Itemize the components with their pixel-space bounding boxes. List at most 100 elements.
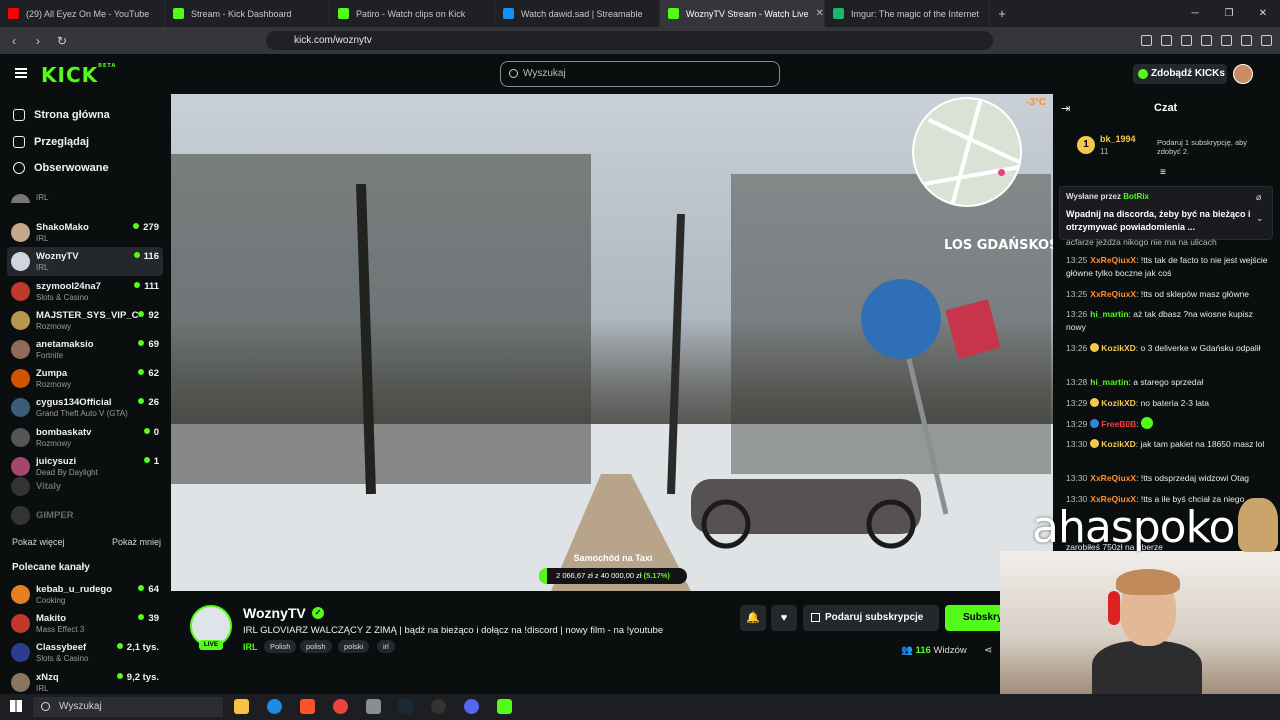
- sidebar-channel[interactable]: IRL: [7, 189, 163, 203]
- vpn-icon[interactable]: [1241, 35, 1252, 46]
- minimize-icon[interactable]: ─: [1178, 0, 1212, 27]
- sidebar-channel[interactable]: xNzq IRL 9,2 tys.: [7, 668, 163, 697]
- unpin-icon[interactable]: ⌀: [1256, 192, 1261, 203]
- emote-icon: [1140, 417, 1153, 429]
- channel-viewers: 116: [134, 251, 159, 262]
- sidebar-channel[interactable]: MAJSTER_SYS_VIP_C Rozmowy 92: [7, 306, 163, 335]
- gift-subs-button[interactable]: Podaruj subskrypcje: [803, 605, 939, 631]
- windows-start-icon[interactable]: [10, 700, 22, 712]
- recommended-title: Polecane kanały: [12, 562, 90, 573]
- message-username[interactable]: KozikXD: [1101, 398, 1135, 408]
- user-avatar[interactable]: [1233, 64, 1253, 84]
- stream-tag[interactable]: irl: [377, 640, 395, 653]
- leaderboard-user[interactable]: bk_1994: [1100, 134, 1136, 144]
- channel-name: juicysuzi: [36, 455, 77, 467]
- message-username[interactable]: XxReQiuxX: [1090, 289, 1136, 299]
- browser-tab[interactable]: Patiro - Watch clips on Kick: [330, 0, 495, 27]
- leaderboard-count: 11: [1100, 147, 1109, 156]
- show-more-link[interactable]: Pokaż więcej: [12, 537, 65, 547]
- message-text: jak tam pakiet na 18650 masz lol: [1140, 439, 1265, 449]
- share-icon[interactable]: ⋖: [984, 645, 992, 656]
- channel-name: Zumpa: [36, 368, 68, 380]
- message-username[interactable]: FreeB0B: [1101, 419, 1136, 429]
- maximize-icon[interactable]: ❐: [1212, 0, 1246, 27]
- chat-title: Czat: [1154, 102, 1178, 114]
- edge-icon[interactable]: [267, 699, 282, 714]
- sidebar-channel[interactable]: cygus134Official Grand Theft Auto V (GTA)…: [7, 393, 163, 422]
- sidebar-channel[interactable]: anetamaksio Fortnite 69: [7, 335, 163, 364]
- sidebar-channel-offline[interactable]: Vitaly: [7, 472, 163, 501]
- stream-category[interactable]: IRL: [243, 642, 258, 652]
- extension-icon[interactable]: [1161, 35, 1172, 46]
- streamer-name[interactable]: WoznyTV: [243, 605, 306, 621]
- stream-tag[interactable]: polish: [300, 640, 332, 653]
- get-kicks-button[interactable]: Zdobądź KICKs: [1133, 64, 1227, 84]
- sidebar-channel[interactable]: ShakoMako IRL 279: [7, 218, 163, 247]
- app-icon[interactable]: [366, 699, 381, 714]
- channel-viewers: 111: [134, 281, 159, 292]
- browser-tab[interactable]: Imgur: The magic of the Internet: [825, 0, 990, 27]
- follow-heart-icon[interactable]: ♥: [771, 605, 797, 631]
- message-username[interactable]: KozikXD: [1101, 439, 1135, 449]
- hamburger-menu-icon[interactable]: [15, 68, 27, 78]
- new-tab-icon[interactable]: +: [990, 6, 1014, 21]
- sidebar-channel-offline[interactable]: GIMPER: [7, 501, 163, 530]
- kick-logo[interactable]: KICKBETA: [41, 63, 116, 87]
- file-explorer-icon[interactable]: [234, 699, 249, 714]
- brave-icon[interactable]: [300, 699, 315, 714]
- message-username[interactable]: KozikXD: [1101, 343, 1135, 353]
- message-username[interactable]: XxReQiuxX: [1090, 255, 1136, 265]
- wallet-icon[interactable]: [1221, 35, 1232, 46]
- url-field[interactable]: kick.com/woznytv: [266, 31, 993, 50]
- browser-tab[interactable]: Stream - Kick Dashboard: [165, 0, 330, 27]
- chat-message: 13:26 KozikXD: o 3 deliverke w Gdańsku od…: [1066, 343, 1261, 353]
- notification-bell-icon[interactable]: 🔔: [740, 605, 766, 631]
- sidebar-channel[interactable]: Zumpa Rozmowy 62: [7, 364, 163, 393]
- channel-viewers: 39: [138, 613, 159, 624]
- sidebar-channel[interactable]: Classybeef Slots & Casino 2,1 tys.: [7, 638, 163, 667]
- sidebar-icon[interactable]: [1201, 35, 1212, 46]
- menu-icon[interactable]: [1261, 35, 1272, 46]
- channel-avatar: [11, 369, 30, 389]
- extension-icon[interactable]: [1141, 35, 1152, 46]
- taskbar-search-placeholder: Wyszukaj: [59, 701, 102, 712]
- music-icon[interactable]: [1181, 35, 1192, 46]
- stream-tag[interactable]: polski: [338, 640, 370, 653]
- browser-tab[interactable]: Watch dawid.sad | Streamable: [495, 0, 660, 27]
- browser-tab[interactable]: WoznyTV Stream - Watch Live ✕: [660, 0, 825, 27]
- message-username[interactable]: XxReQiuxX: [1090, 473, 1136, 483]
- sidebar-channel[interactable]: szymool24na7 Slots & Casino 111: [7, 277, 163, 306]
- sidebar-channel[interactable]: kebab_u_rudego Cooking 64: [7, 580, 163, 609]
- chrome-icon[interactable]: [333, 699, 348, 714]
- browser-tab[interactable]: (29) All Eyez On Me - YouTube: [0, 0, 165, 27]
- chevron-down-icon[interactable]: ⌄: [1256, 213, 1264, 224]
- nav-home[interactable]: Strona główna: [13, 109, 110, 121]
- sidebar-channel[interactable]: bombaskatv Rozmowy 0: [7, 423, 163, 452]
- sidebar-channel[interactable]: WoznyTV IRL 116: [7, 247, 163, 277]
- forward-icon[interactable]: ›: [28, 34, 48, 48]
- channel-viewers: 9,2 tys.: [117, 672, 159, 683]
- message-username[interactable]: hi_martin: [1090, 309, 1128, 319]
- show-less-link[interactable]: Pokaż mniej: [112, 537, 161, 547]
- discord-icon[interactable]: [464, 699, 479, 714]
- obs-icon[interactable]: [431, 699, 446, 714]
- chat-message: 13:30 XxReQiuxX: !tts odsprzedaj widzowi …: [1066, 473, 1250, 483]
- steam-icon[interactable]: [398, 699, 413, 714]
- tab-title: Stream - Kick Dashboard: [191, 8, 292, 19]
- back-icon[interactable]: ‹: [4, 34, 24, 48]
- search-input[interactable]: Wyszukaj: [500, 61, 780, 87]
- stream-tag[interactable]: Polish: [264, 640, 297, 653]
- channel-viewers: 279: [133, 222, 159, 233]
- reload-icon[interactable]: ↻: [52, 34, 72, 48]
- close-window-icon[interactable]: ✕: [1246, 0, 1280, 27]
- sidebar-channel[interactable]: Makito Mass Effect 3 39: [7, 609, 163, 638]
- message-username[interactable]: hi_martin: [1090, 377, 1128, 387]
- subscribe-button[interactable]: Subskrybuj: [945, 605, 1005, 631]
- kick-app-icon[interactable]: [497, 699, 512, 714]
- taskbar-search[interactable]: Wyszukaj: [33, 697, 223, 717]
- close-tab-icon[interactable]: ✕: [816, 8, 824, 19]
- nav-following[interactable]: Obserwowane: [13, 162, 109, 174]
- filter-icon[interactable]: ≡: [1160, 167, 1166, 178]
- nav-browse[interactable]: Przeglądaj: [13, 136, 89, 148]
- collapse-chat-icon[interactable]: ⇥: [1061, 102, 1070, 115]
